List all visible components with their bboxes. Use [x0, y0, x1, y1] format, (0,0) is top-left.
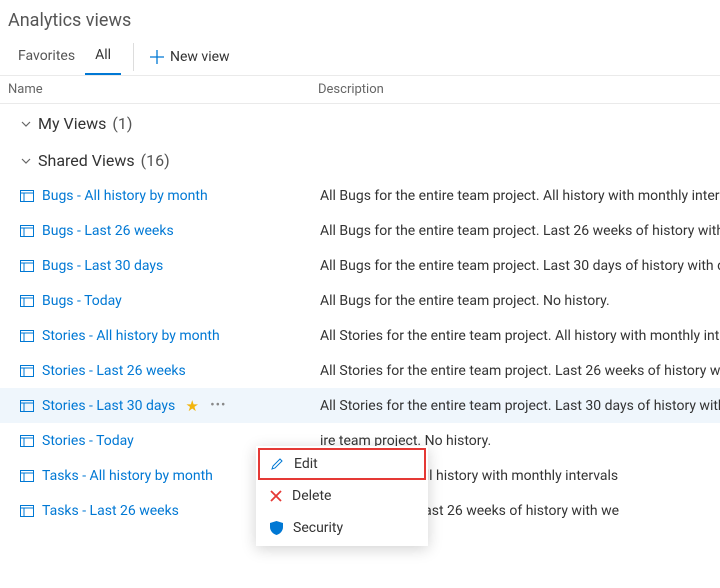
pencil-icon: [270, 457, 284, 471]
menu-item-delete-label: Delete: [292, 488, 331, 504]
view-icon: [20, 295, 34, 307]
new-view-button[interactable]: New view: [146, 43, 234, 71]
view-name-link[interactable]: Stories - Last 30 days: [42, 398, 175, 414]
view-description: All Stories for the entire team project.…: [320, 328, 720, 344]
table-row[interactable]: Bugs - Last 26 weeks All Bugs for the ent…: [0, 213, 720, 248]
view-description: All Stories for the entire team project.…: [320, 398, 720, 414]
view-name-link[interactable]: Stories - Today: [42, 433, 134, 449]
chevron-down-icon: [20, 118, 32, 130]
group-shared-views[interactable]: Shared Views (16): [0, 141, 720, 178]
chevron-down-icon: [20, 155, 32, 167]
view-name-link[interactable]: Tasks - Last 26 weeks: [42, 503, 179, 519]
table-row[interactable]: Stories - All history by month All Storie…: [0, 318, 720, 353]
view-icon: [20, 365, 34, 377]
tab-favorites[interactable]: Favorites: [8, 40, 85, 74]
view-name-link[interactable]: Tasks - All history by month: [42, 468, 213, 484]
table-row[interactable]: Bugs - All history by month All Bugs for …: [0, 178, 720, 213]
view-name-link[interactable]: Bugs - All history by month: [42, 188, 208, 204]
view-name-link[interactable]: Bugs - Last 26 weeks: [42, 223, 174, 239]
table-row[interactable]: Stories - Last 26 weeks All Stories for t…: [0, 353, 720, 388]
group-shared-views-count: (16): [141, 151, 170, 170]
view-icon: [20, 190, 34, 202]
view-description: All Bugs for the entire team project. La…: [320, 223, 720, 239]
view-name-link[interactable]: Stories - Last 26 weeks: [42, 363, 186, 379]
view-name-link[interactable]: Bugs - Today: [42, 293, 122, 309]
plus-icon: [150, 50, 164, 64]
table-row[interactable]: Stories - Last 30 days ★ ••• All Stories fo…: [0, 388, 720, 423]
page-title: Analytics views: [0, 0, 720, 35]
view-icon: [20, 330, 34, 342]
more-actions-button[interactable]: •••: [208, 398, 228, 413]
view-name-link[interactable]: Bugs - Last 30 days: [42, 258, 163, 274]
context-menu: Edit Delete Security: [256, 446, 428, 546]
close-icon: [270, 490, 282, 502]
view-description: All Bugs for the entire team project. No…: [320, 293, 610, 309]
menu-item-edit[interactable]: Edit: [258, 448, 426, 480]
menu-item-security[interactable]: Security: [258, 512, 426, 544]
shield-icon: [270, 521, 283, 535]
tab-all[interactable]: All: [85, 39, 121, 75]
view-icon: [20, 400, 34, 412]
group-my-views-count: (1): [112, 114, 132, 133]
view-description: All Stories for the entire team project.…: [320, 363, 720, 379]
menu-item-edit-label: Edit: [294, 456, 318, 472]
view-icon: [20, 260, 34, 272]
group-shared-views-label: Shared Views: [38, 151, 135, 170]
table-row[interactable]: Bugs - Today All Bugs for the entire team…: [0, 283, 720, 318]
menu-item-delete[interactable]: Delete: [258, 480, 426, 512]
view-name-link[interactable]: Stories - All history by month: [42, 328, 220, 344]
view-description: All Bugs for the entire team project. La…: [320, 258, 720, 274]
star-icon[interactable]: ★: [186, 397, 199, 415]
new-view-label: New view: [170, 49, 230, 65]
table-row[interactable]: Bugs - Last 30 days All Bugs for the enti…: [0, 248, 720, 283]
toolbar-divider: [133, 43, 134, 71]
view-icon: [20, 225, 34, 237]
view-description: All Bugs for the entire team project. Al…: [320, 188, 720, 204]
group-my-views-label: My Views: [38, 114, 106, 133]
view-icon: [20, 470, 34, 482]
menu-item-security-label: Security: [293, 520, 343, 536]
view-icon: [20, 505, 34, 517]
toolbar: Favorites All New view: [0, 35, 720, 75]
column-header-name[interactable]: Name: [8, 82, 318, 97]
group-my-views[interactable]: My Views (1): [0, 104, 720, 141]
column-header-row: Name Description: [0, 75, 720, 104]
column-header-description[interactable]: Description: [318, 82, 712, 97]
view-icon: [20, 435, 34, 447]
